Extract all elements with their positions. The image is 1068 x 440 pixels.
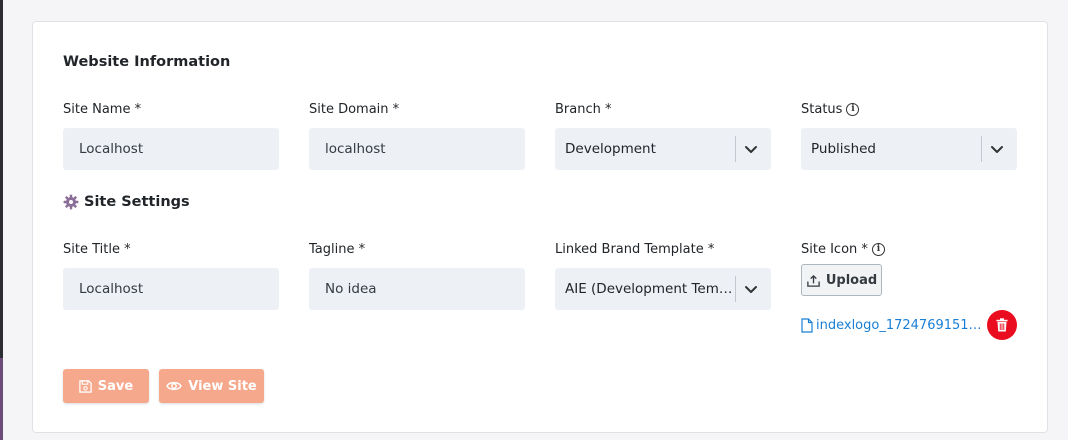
site-domain-input[interactable]: localhost (309, 128, 525, 170)
status-field: Status i Published (801, 100, 1017, 170)
info-icon[interactable]: i (846, 102, 860, 116)
site-settings-heading: Site Settings (63, 194, 190, 210)
brand-template-selected-value: AIE (Development Template) (565, 281, 737, 297)
save-icon (79, 379, 92, 393)
tagline-input[interactable]: No idea (309, 268, 525, 310)
branch-select-divider (735, 136, 736, 162)
trash-icon (996, 318, 1008, 332)
view-site-button[interactable]: View Site (159, 369, 264, 403)
save-button[interactable]: Save (63, 369, 149, 403)
site-settings-title: Site Settings (84, 194, 190, 210)
website-information-heading: Website Information (63, 54, 230, 70)
tagline-label: Tagline * (309, 241, 366, 257)
chevron-down-icon[interactable] (989, 141, 1005, 157)
left-edge-accent (0, 358, 3, 440)
site-domain-label: Site Domain * (309, 101, 400, 117)
uploaded-file-row: indexlogo_1724769151219.png (801, 310, 1017, 340)
file-icon (801, 317, 813, 333)
site-domain-field: Site Domain * localhost (309, 100, 525, 170)
brand-template-select-divider (735, 276, 736, 302)
chevron-down-icon[interactable] (743, 281, 759, 297)
uploaded-file-link[interactable]: indexlogo_1724769151219.png (801, 318, 987, 333)
site-title-input[interactable]: Localhost (63, 268, 279, 310)
delete-file-button[interactable] (987, 310, 1017, 340)
left-edge-strip (0, 0, 3, 440)
uploaded-file-name: indexlogo_1724769151219.png (816, 317, 987, 333)
site-icon-label: Site Icon * i (801, 240, 1017, 258)
upload-button-label: Upload (825, 272, 878, 288)
site-icon-label-text: Site Icon * (801, 241, 868, 257)
site-icon-field: Site Icon * i Upload indexlogo_172476915… (801, 240, 1017, 350)
gear-icon (63, 194, 79, 210)
brand-template-select[interactable]: AIE (Development Template) (555, 268, 771, 310)
website-information-title: Website Information (63, 54, 231, 70)
site-name-field: Site Name * Localhost (63, 100, 279, 170)
branch-selected-value: Development (565, 141, 656, 157)
site-name-input[interactable]: Localhost (63, 128, 279, 170)
chevron-down-icon[interactable] (743, 141, 759, 157)
site-title-label: Site Title * (63, 241, 131, 257)
brand-template-field: Linked Brand Template * AIE (Development… (555, 240, 771, 310)
status-selected-value: Published (811, 141, 876, 157)
website-form-card: Website Information Site Name * Localhos… (32, 21, 1048, 433)
upload-button[interactable]: Upload (801, 264, 882, 296)
upload-icon (807, 274, 820, 287)
status-select-divider (981, 136, 982, 162)
branch-label: Branch * (555, 101, 612, 117)
branch-field: Branch * Development (555, 100, 771, 170)
status-label: Status i (801, 100, 1017, 118)
brand-template-label: Linked Brand Template * (555, 241, 715, 257)
site-title-field: Site Title * Localhost (63, 240, 279, 310)
info-icon[interactable]: i (871, 242, 885, 256)
save-button-label: Save (97, 378, 134, 394)
status-label-text: Status (801, 101, 843, 117)
status-select[interactable]: Published (801, 128, 1017, 170)
tagline-field: Tagline * No idea (309, 240, 525, 310)
site-name-label: Site Name * (63, 101, 142, 117)
branch-select[interactable]: Development (555, 128, 771, 170)
eye-icon (166, 381, 183, 391)
view-site-button-label: View Site (188, 378, 257, 394)
